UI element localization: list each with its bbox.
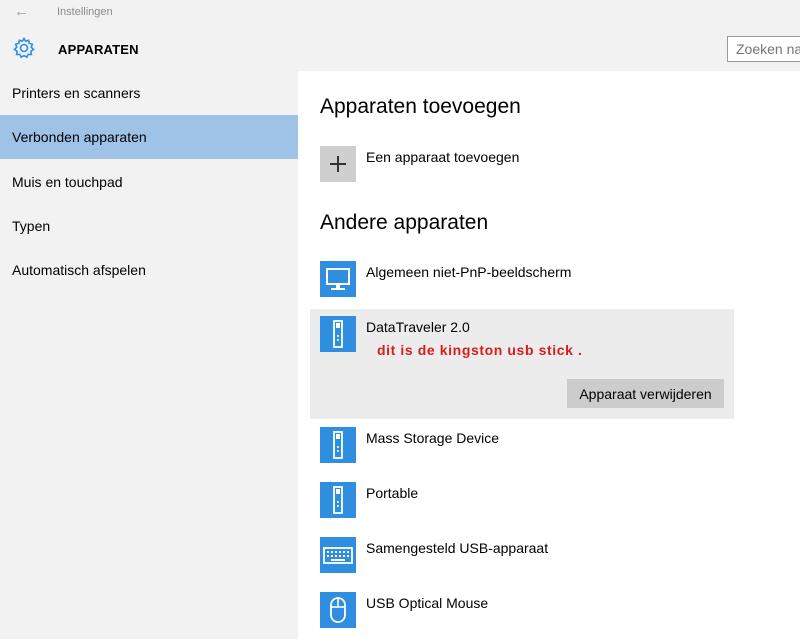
main-content: Apparaten toevoegen Een apparaat toevoeg… — [298, 71, 800, 639]
device-name: USB Optical Mouse — [366, 595, 489, 611]
sidebar-item-printers-scanners[interactable]: Printers en scanners — [0, 71, 298, 115]
add-device-button[interactable] — [320, 146, 356, 182]
sidebar-item-connected-devices[interactable]: Verbonden apparaten — [0, 115, 298, 159]
keyboard-icon — [320, 537, 356, 573]
page-title: APPARATEN — [58, 42, 139, 57]
gear-icon — [12, 36, 36, 60]
sidebar-item-mouse-touchpad[interactable]: Muis en touchpad — [0, 160, 298, 204]
annotation-text: dit is de kingston usb stick . — [377, 342, 583, 358]
add-device-label[interactable]: Een apparaat toevoegen — [366, 149, 519, 165]
device-name: Algemeen niet-PnP-beeldscherm — [366, 264, 572, 280]
back-arrow-icon[interactable]: ← — [14, 3, 29, 20]
device-item-usb-mouse[interactable]: USB Optical Mouse — [310, 585, 734, 639]
sidebar-item-typing[interactable]: Typen — [0, 204, 298, 248]
page-header: APPARATEN — [0, 26, 800, 71]
device-item-composite-usb[interactable]: Samengesteld USB-apparaat — [310, 530, 734, 586]
device-item-portable[interactable]: Portable — [310, 475, 734, 531]
device-name: Samengesteld USB-apparaat — [366, 540, 549, 556]
monitor-icon — [320, 261, 356, 297]
device-name: Mass Storage Device — [366, 430, 500, 446]
device-name: Portable — [366, 485, 419, 501]
usb-drive-icon — [320, 482, 356, 518]
device-name: DataTraveler 2.0 — [366, 319, 470, 335]
search-input[interactable] — [727, 36, 800, 62]
usb-drive-icon — [320, 427, 356, 463]
section-title-add-devices: Apparaten toevoegen — [320, 95, 521, 118]
title-bar: ← Instellingen — [0, 0, 800, 26]
window-title: Instellingen — [57, 6, 113, 18]
device-item-datatraveler[interactable]: DataTraveler 2.0 dit is de kingston usb … — [310, 309, 734, 419]
usb-drive-icon — [320, 316, 356, 352]
mouse-icon — [320, 592, 356, 628]
device-item-mass-storage[interactable]: Mass Storage Device — [310, 420, 734, 476]
section-title-other-devices: Andere apparaten — [320, 211, 489, 234]
device-item-monitor[interactable]: Algemeen niet-PnP-beeldscherm — [310, 254, 734, 310]
remove-device-button[interactable]: Apparaat verwijderen — [567, 379, 724, 408]
sidebar-item-autoplay[interactable]: Automatisch afspelen — [0, 248, 298, 292]
sidebar: Printers en scanners Verbonden apparaten… — [0, 71, 298, 639]
